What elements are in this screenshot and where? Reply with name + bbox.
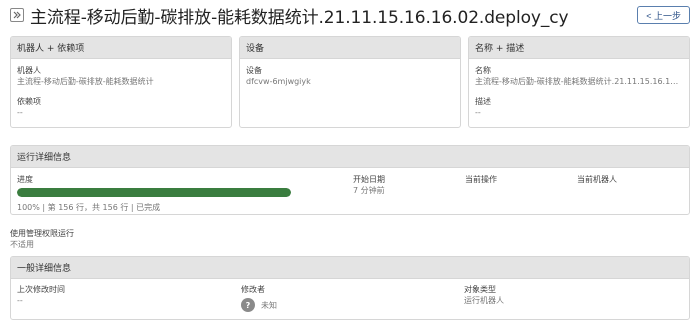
robot-card-header: 机器人 + 依赖项 [11,37,231,59]
name-card: 名称 + 描述 名称 主流程-移动后勤-碳排放-能耗数据统计.21.11.15.… [468,36,690,128]
device-card: 设备 设备 dfcvw-6mjwgiyk [239,36,461,128]
start-date-value: 7 分钟前 [353,186,385,195]
progress-label: 进度 [17,175,33,184]
dependencies-value: -- [17,108,23,117]
current-robot-label: 当前机器人 [577,175,617,184]
progress-text: 100% | 第 156 行，共 156 行 | 已完成 [17,203,161,212]
device-label: 设备 [246,66,262,75]
run-details-card: 运行详细信息 进度 100% | 第 156 行，共 156 行 | 已完成 开… [10,145,690,215]
robot-label: 机器人 [17,66,41,75]
run-icon [10,8,24,22]
robot-card: 机器人 + 依赖项 机器人 主流程-移动后勤-碳排放-能耗数据统计 依赖项 -- [10,36,232,128]
general-details-card: 一般详细信息 上次修改时间 -- 修改者 ? 未知 对象类型 运行机器人 [10,256,690,320]
name-value: 主流程-移动后勤-碳排放-能耗数据统计.21.11.15.16.16.0... [475,77,683,86]
avatar: ? [241,298,255,312]
last-modified-label: 上次修改时间 [17,285,65,294]
admin-run-value: 不适用 [10,240,34,249]
dependencies-label: 依赖项 [17,97,41,106]
device-value[interactable]: dfcvw-6mjwgiyk [246,76,454,87]
object-type-value: 运行机器人 [464,296,504,305]
admin-run-section: 使用管理权限运行 不适用 [10,228,74,250]
modifier-label: 修改者 [241,285,265,294]
description-value: -- [475,108,481,117]
page-title: 主流程-移动后勤-碳排放-能耗数据统计.21.11.15.16.16.02.de… [30,7,569,28]
object-type-label: 对象类型 [464,285,496,294]
progress-bar-fill [17,188,291,197]
run-details-header: 运行详细信息 [11,146,689,168]
admin-run-label: 使用管理权限运行 [10,229,74,238]
page-header: 主流程-移动后勤-碳排放-能耗数据统计.21.11.15.16.16.02.de… [10,4,690,28]
back-button[interactable]: < 上一步 [637,6,690,24]
name-card-header: 名称 + 描述 [469,37,689,59]
device-card-header: 设备 [240,37,460,59]
robot-value[interactable]: 主流程-移动后勤-碳排放-能耗数据统计 [17,76,225,87]
current-action-label: 当前操作 [465,175,497,184]
description-label: 描述 [475,97,491,106]
start-date-label: 开始日期 [353,175,385,184]
progress-bar [17,188,291,197]
name-label: 名称 [475,66,491,75]
general-details-header: 一般详细信息 [11,257,689,279]
modifier-value: 未知 [261,300,277,310]
last-modified-value: -- [17,296,23,305]
